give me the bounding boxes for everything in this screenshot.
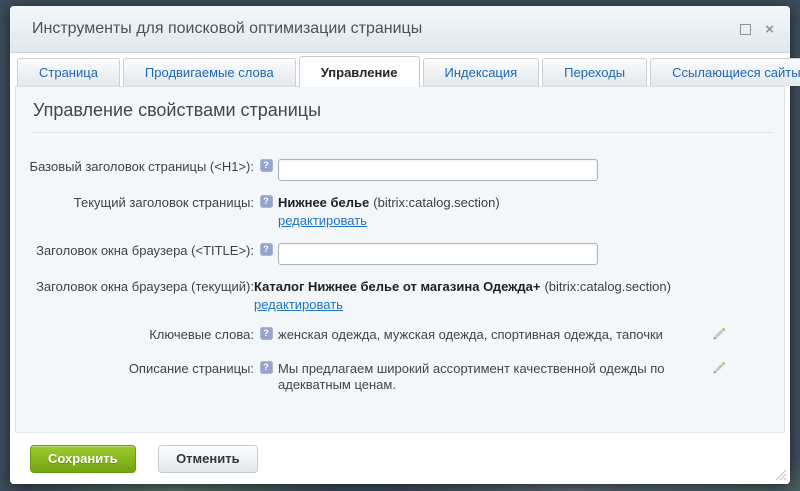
form-row-keywords: Ключевые слова: ? женская одежда, мужска…	[16, 323, 726, 347]
form-row-current-title: Текущий заголовок страницы: ? Нижнее бел…	[16, 191, 726, 229]
help-icon[interactable]: ?	[260, 327, 273, 340]
field-label: Ключевые слова:	[16, 323, 254, 342]
cancel-button[interactable]: Отменить	[158, 445, 258, 473]
help-icon[interactable]: ?	[260, 361, 273, 374]
tab-bar: Страница Продвигаемые слова Управление И…	[10, 53, 790, 86]
tab-page[interactable]: Страница	[17, 58, 120, 86]
dialog-titlebar: Инструменты для поисковой оптимизации ст…	[10, 6, 790, 53]
tab-promoted-words[interactable]: Продвигаемые слова	[123, 58, 296, 86]
pencil-icon	[712, 361, 726, 375]
close-icon[interactable]: ×	[765, 22, 774, 37]
edit-browser-title-link[interactable]: редактировать	[254, 297, 343, 313]
field-label: Текущий заголовок страницы:	[16, 191, 254, 210]
field-label: Описание страницы:	[16, 357, 254, 376]
form-row-h1-title: Базовый заголовок страницы (<H1>): ?	[16, 155, 726, 181]
help-icon[interactable]: ?	[260, 243, 273, 256]
dialog-footer: Сохранить Отменить	[10, 433, 790, 484]
keywords-value: женская одежда, мужская одежда, спортивн…	[278, 323, 704, 343]
field-label: Заголовок окна браузера (текущий):	[16, 275, 254, 294]
tab-transitions[interactable]: Переходы	[542, 58, 647, 86]
help-icon[interactable]: ?	[260, 159, 273, 172]
tab-indexing[interactable]: Индексация	[423, 58, 540, 86]
maximize-icon[interactable]	[740, 24, 751, 35]
edit-keywords-button[interactable]	[704, 323, 726, 341]
panel-heading: Управление свойствами страницы	[33, 100, 774, 121]
window-controls: ×	[740, 22, 774, 37]
current-browser-title-value: Каталог Нижнее белье от магазина Одежда+	[254, 279, 540, 294]
heading-divider	[33, 132, 772, 133]
page-properties-form: Базовый заголовок страницы (<H1>): ? Тек…	[16, 155, 784, 393]
field-label: Заголовок окна браузера (<TITLE>):	[16, 239, 254, 258]
seo-tools-dialog: Инструменты для поисковой оптимизации ст…	[10, 6, 790, 484]
pencil-icon	[712, 327, 726, 341]
component-name: (bitrix:catalog.section)	[544, 279, 670, 294]
save-button[interactable]: Сохранить	[30, 445, 136, 473]
form-row-description: Описание страницы: ? Мы предлагаем широк…	[16, 357, 726, 393]
management-panel: Управление свойствами страницы Базовый з…	[15, 86, 785, 433]
current-title-value: Нижнее белье	[278, 195, 369, 210]
help-icon[interactable]: ?	[260, 195, 273, 208]
field-label: Базовый заголовок страницы (<H1>):	[16, 155, 254, 174]
form-row-browser-title: Заголовок окна браузера (<TITLE>): ?	[16, 239, 726, 265]
resize-grip[interactable]	[775, 469, 787, 481]
dialog-title: Инструменты для поисковой оптимизации ст…	[32, 20, 740, 38]
component-name: (bitrix:catalog.section)	[373, 195, 499, 210]
browser-title-input[interactable]	[278, 243, 598, 265]
edit-title-link[interactable]: редактировать	[278, 213, 367, 229]
form-row-browser-title-current: Заголовок окна браузера (текущий): Катал…	[16, 275, 726, 313]
edit-description-button[interactable]	[704, 357, 726, 375]
description-value: Мы предлагаем широкий ассортимент качест…	[278, 357, 704, 393]
h1-title-input[interactable]	[278, 159, 598, 181]
tab-management[interactable]: Управление	[299, 56, 420, 87]
tab-referring-sites[interactable]: Ссылающиеся сайты	[650, 58, 800, 86]
